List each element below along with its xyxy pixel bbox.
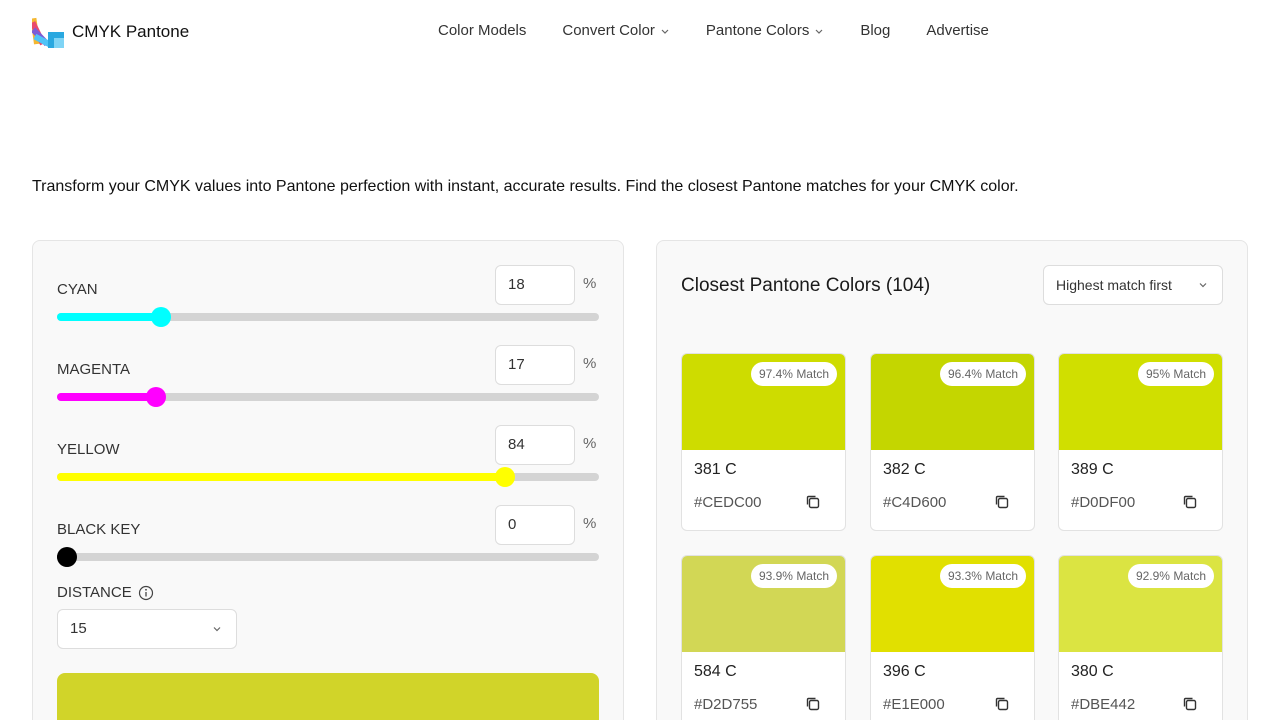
info-icon[interactable] bbox=[138, 585, 154, 601]
pantone-card[interactable]: 92.9% Match 380 C #DBE442 bbox=[1058, 555, 1223, 720]
pantone-card[interactable]: 96.4% Match 382 C #C4D600 bbox=[870, 353, 1035, 531]
nav-pantone-colors[interactable]: Pantone Colors bbox=[706, 22, 824, 39]
slider-label: BLACK KEY bbox=[57, 521, 141, 538]
yellow-input[interactable]: 84 bbox=[495, 425, 575, 465]
intro-text: Transform your CMYK values into Pantone … bbox=[32, 178, 1019, 195]
nav-color-models[interactable]: Color Models bbox=[438, 22, 526, 39]
main-nav: Color Models Convert Color Pantone Color… bbox=[438, 22, 989, 39]
cyan-slider-track[interactable] bbox=[57, 307, 599, 327]
copy-icon[interactable] bbox=[993, 493, 1011, 511]
slider-label: CYAN bbox=[57, 281, 98, 298]
site-header: CMYK Pantone Color Models Convert Color … bbox=[0, 0, 1280, 64]
percent-unit: % bbox=[583, 515, 597, 532]
magenta-slider-thumb[interactable] bbox=[145, 387, 166, 407]
cyan-slider-thumb[interactable] bbox=[150, 307, 171, 327]
distance-label-text: DISTANCE bbox=[57, 584, 132, 601]
distance-value: 15 bbox=[70, 620, 87, 637]
copy-icon[interactable] bbox=[804, 695, 822, 713]
magenta-input[interactable]: 17 bbox=[495, 345, 575, 385]
match-badge: 96.4% Match bbox=[939, 362, 1026, 386]
nav-label: Pantone Colors bbox=[705, 22, 810, 39]
results-panel: Closest Pantone Colors (104) Highest mat… bbox=[656, 240, 1248, 720]
nav-convert-color[interactable]: Convert Color bbox=[562, 22, 670, 39]
match-badge: 92.9% Match bbox=[1127, 564, 1214, 588]
black-key-input[interactable]: 0 bbox=[495, 505, 575, 545]
results-title: Closest Pantone Colors (104) bbox=[681, 275, 931, 296]
copy-icon[interactable] bbox=[804, 493, 822, 511]
percent-unit: % bbox=[583, 275, 597, 292]
hex-value: #DBE442 bbox=[1071, 696, 1136, 713]
hex-value: #C4D600 bbox=[883, 494, 947, 511]
pantone-card[interactable]: 93.3% Match 396 C #E1E000 bbox=[870, 555, 1035, 720]
pantone-name: 584 C bbox=[694, 663, 737, 680]
color-preview bbox=[57, 673, 599, 720]
hex-value: #D0DF00 bbox=[1071, 494, 1136, 511]
nav-advertise[interactable]: Advertise bbox=[926, 22, 989, 39]
pantone-name: 389 C bbox=[1071, 461, 1114, 478]
magenta-slider-fill bbox=[57, 393, 156, 401]
magenta-slider-track[interactable] bbox=[57, 387, 599, 407]
percent-unit: % bbox=[583, 435, 597, 452]
nav-label: Advertise bbox=[926, 22, 989, 39]
hex-value: #E1E000 bbox=[883, 696, 945, 713]
slider-label: MAGENTA bbox=[57, 361, 131, 378]
cyan-input[interactable]: 18 bbox=[495, 265, 575, 305]
pantone-card[interactable]: 93.9% Match 584 C #D2D755 bbox=[681, 555, 846, 720]
pantone-name: 380 C bbox=[1071, 663, 1114, 680]
sort-select[interactable]: Highest match first bbox=[1043, 265, 1223, 305]
slider-label: YELLOW bbox=[57, 441, 120, 458]
match-badge: 93.9% Match bbox=[750, 564, 837, 588]
sort-value: Highest match first bbox=[1056, 277, 1172, 293]
match-badge: 93.3% Match bbox=[939, 564, 1026, 588]
pantone-name: 396 C bbox=[883, 663, 926, 680]
distance-select[interactable]: 15 bbox=[57, 609, 237, 649]
chevron-down-icon bbox=[1199, 283, 1207, 288]
match-badge: 97.4% Match bbox=[750, 362, 837, 386]
black-key-slider-thumb[interactable] bbox=[57, 547, 77, 567]
match-badge: 95% Match bbox=[1137, 362, 1214, 386]
site-logo[interactable]: CMYK Pantone bbox=[29, 16, 190, 48]
nav-blog[interactable]: Blog bbox=[860, 22, 890, 39]
nav-label: Convert Color bbox=[562, 22, 655, 39]
yellow-slider-fill bbox=[57, 473, 506, 481]
copy-icon[interactable] bbox=[1181, 493, 1199, 511]
pantone-card[interactable]: 97.4% Match 381 C #CEDC00 bbox=[681, 353, 846, 531]
hex-value: #CEDC00 bbox=[694, 494, 762, 511]
pantone-name: 381 C bbox=[694, 461, 737, 478]
palette-fan-icon bbox=[29, 16, 64, 48]
pantone-name: 382 C bbox=[883, 461, 926, 478]
cyan-slider-fill bbox=[57, 313, 161, 321]
cmyk-input-panel: CYAN 18 % MAGENTA 17 % YELLOW 84 % BLACK… bbox=[32, 240, 624, 720]
percent-unit: % bbox=[583, 355, 597, 372]
pantone-card[interactable]: 95% Match 389 C #D0DF00 bbox=[1058, 353, 1223, 531]
chevron-down-icon bbox=[815, 29, 823, 34]
logo-text: CMYK Pantone bbox=[72, 22, 190, 41]
copy-icon[interactable] bbox=[1181, 695, 1199, 713]
black-key-slider-track[interactable] bbox=[57, 547, 599, 567]
chevron-down-icon bbox=[213, 627, 221, 632]
hex-value: #D2D755 bbox=[694, 696, 758, 713]
chevron-down-icon bbox=[661, 29, 669, 34]
distance-label: DISTANCE bbox=[57, 584, 154, 601]
nav-label: Blog bbox=[860, 22, 891, 39]
yellow-slider-thumb[interactable] bbox=[495, 467, 516, 487]
nav-label: Color Models bbox=[438, 22, 527, 39]
copy-icon[interactable] bbox=[993, 695, 1011, 713]
yellow-slider-track[interactable] bbox=[57, 467, 599, 487]
